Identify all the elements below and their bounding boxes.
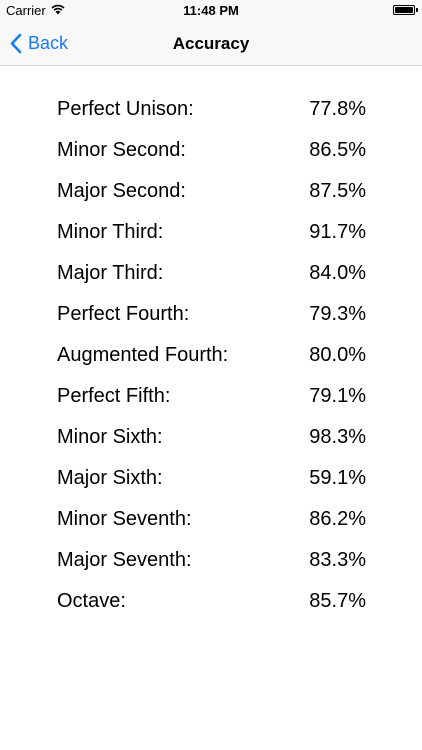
interval-accuracy: 79.3% bbox=[309, 303, 366, 325]
interval-accuracy: 79.1% bbox=[309, 385, 366, 407]
interval-accuracy: 83.3% bbox=[309, 549, 366, 571]
list-item: Octave: 85.7% bbox=[57, 581, 366, 622]
interval-accuracy: 86.5% bbox=[309, 139, 366, 161]
status-bar: Carrier 11:48 PM bbox=[0, 0, 422, 22]
list-item: Perfect Unison: 77.8% bbox=[57, 89, 366, 130]
list-item: Minor Seventh: 86.2% bbox=[57, 499, 366, 540]
status-time: 11:48 PM bbox=[183, 3, 239, 18]
interval-name: Major Second: bbox=[57, 180, 186, 202]
interval-accuracy: 86.2% bbox=[309, 508, 366, 530]
interval-name: Minor Sixth: bbox=[57, 426, 163, 448]
list-item: Major Second: 87.5% bbox=[57, 171, 366, 212]
interval-name: Augmented Fourth: bbox=[57, 344, 229, 366]
list-item: Augmented Fourth: 80.0% bbox=[57, 335, 366, 376]
interval-name: Major Third: bbox=[57, 262, 164, 284]
interval-name: Perfect Fifth: bbox=[57, 385, 171, 407]
interval-name: Minor Seventh: bbox=[57, 508, 192, 530]
list-item: Minor Second: 86.5% bbox=[57, 130, 366, 171]
interval-accuracy: 77.8% bbox=[309, 98, 366, 120]
interval-name: Major Sixth: bbox=[57, 467, 163, 489]
battery-icon bbox=[393, 5, 418, 15]
list-item: Major Seventh: 83.3% bbox=[57, 540, 366, 581]
interval-name: Major Seventh: bbox=[57, 549, 192, 571]
list-item: Perfect Fifth: 79.1% bbox=[57, 376, 366, 417]
interval-accuracy: 91.7% bbox=[309, 221, 366, 243]
interval-accuracy: 84.0% bbox=[309, 262, 366, 284]
interval-name: Perfect Fourth: bbox=[57, 303, 190, 325]
list-item: Major Sixth: 59.1% bbox=[57, 458, 366, 499]
navigation-bar: Back Accuracy bbox=[0, 22, 422, 66]
interval-accuracy: 98.3% bbox=[309, 426, 366, 448]
interval-name: Minor Second: bbox=[57, 139, 186, 161]
interval-accuracy: 59.1% bbox=[309, 467, 366, 489]
accuracy-list: Perfect Unison: 77.8% Minor Second: 86.5% Ma… bbox=[57, 89, 366, 622]
interval-accuracy: 80.0% bbox=[309, 344, 366, 366]
interval-name: Octave: bbox=[57, 590, 126, 612]
list-item: Perfect Fourth: 79.3% bbox=[57, 294, 366, 335]
interval-name: Minor Third: bbox=[57, 221, 164, 243]
interval-name: Perfect Unison: bbox=[57, 98, 194, 120]
page-title: Accuracy bbox=[172, 34, 250, 53]
interval-accuracy: 87.5% bbox=[309, 180, 366, 202]
list-item: Minor Sixth: 98.3% bbox=[57, 417, 366, 458]
list-item: Minor Third: 91.7% bbox=[57, 212, 366, 253]
interval-accuracy: 85.7% bbox=[309, 590, 366, 612]
list-item: Major Third: 84.0% bbox=[57, 253, 366, 294]
